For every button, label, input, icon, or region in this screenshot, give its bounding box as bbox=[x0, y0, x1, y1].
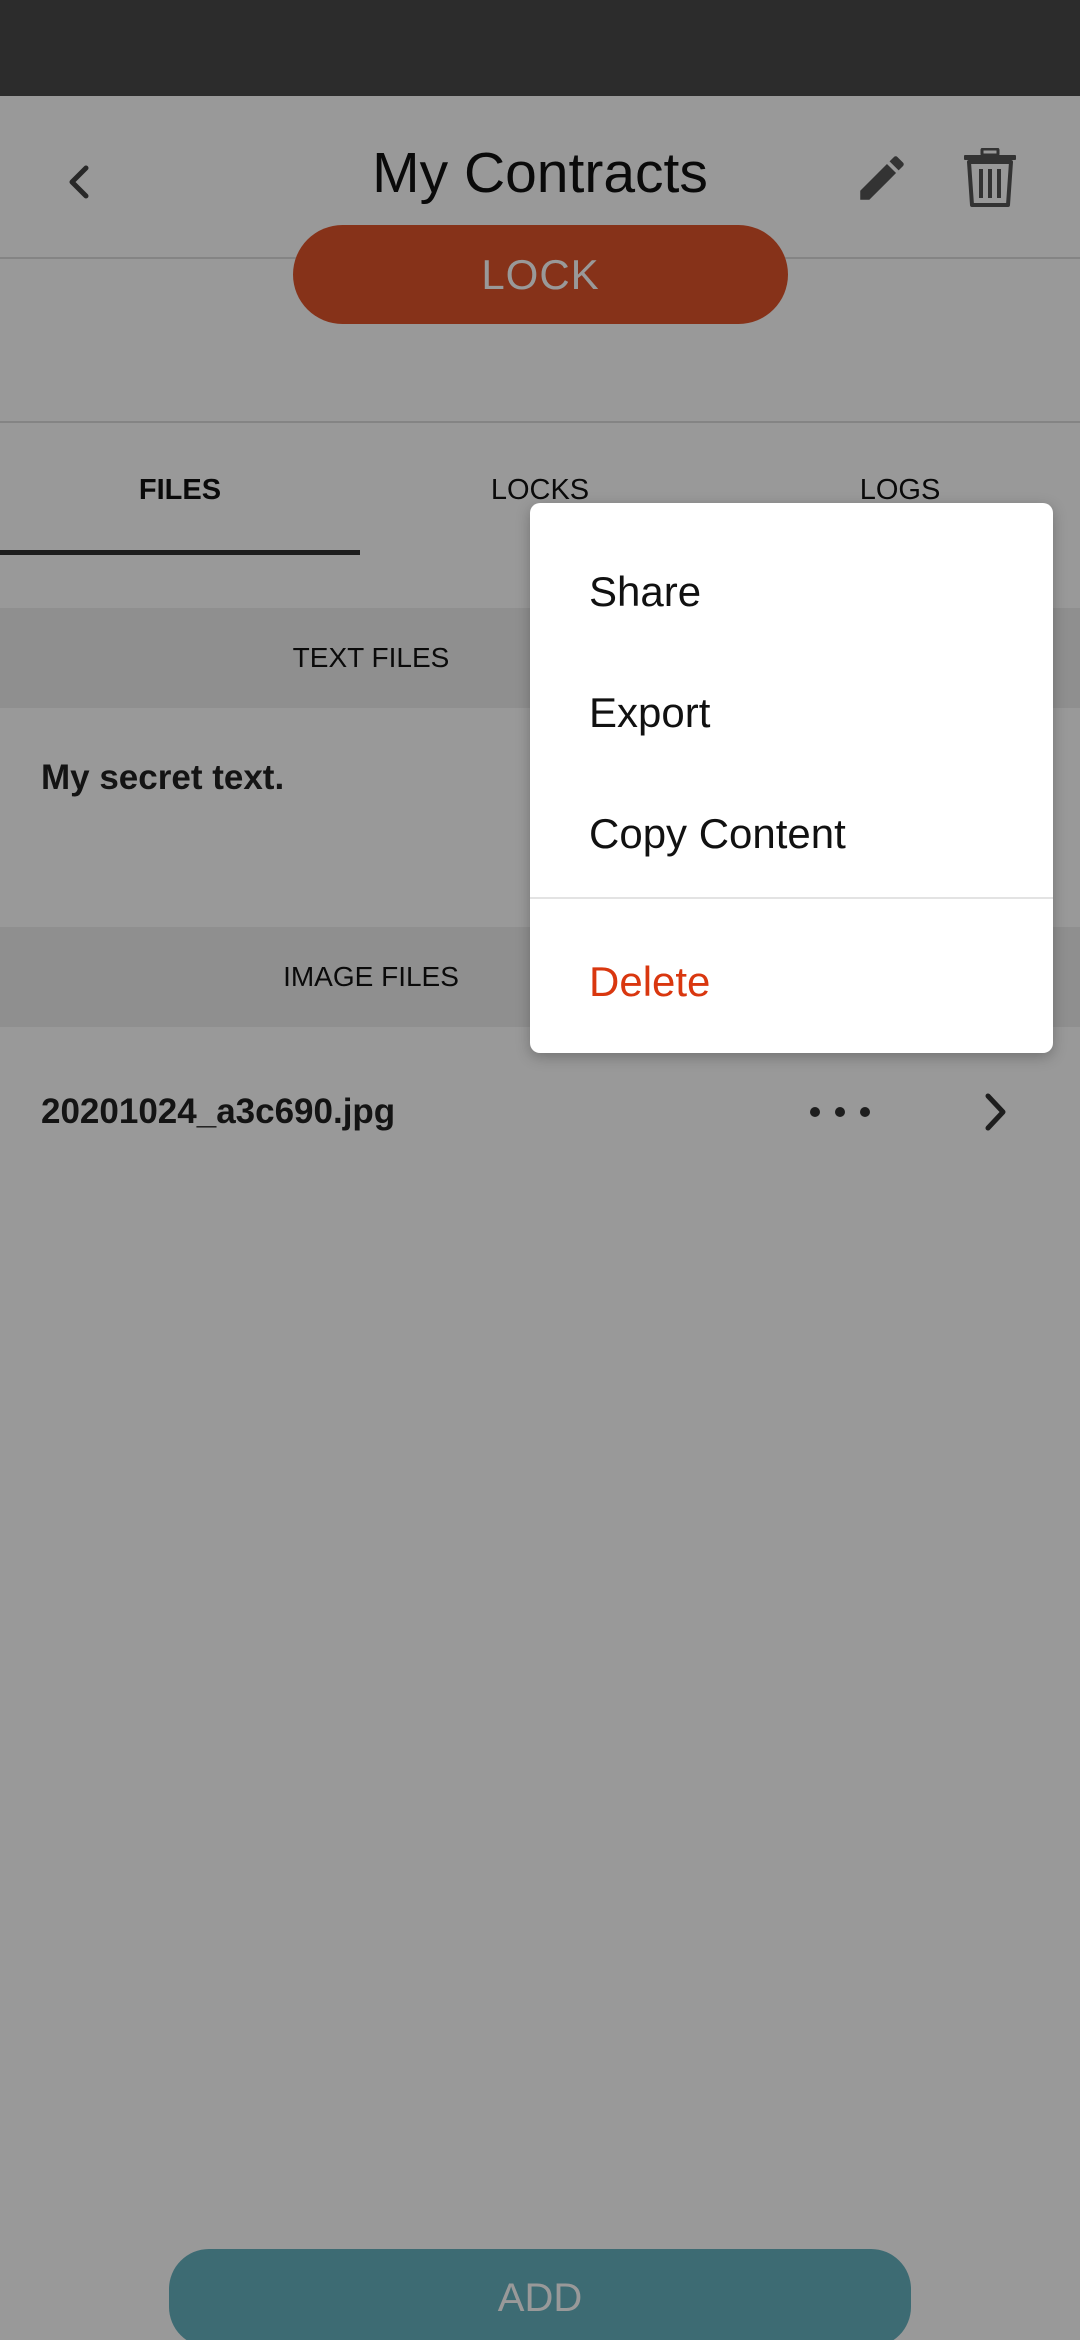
menu-item-export[interactable]: Export bbox=[530, 652, 1053, 773]
context-menu: Share Export Copy Content Delete bbox=[530, 503, 1053, 1053]
menu-scrim[interactable] bbox=[0, 96, 1080, 2340]
menu-divider bbox=[530, 897, 1053, 899]
menu-item-delete[interactable]: Delete bbox=[530, 921, 1053, 1042]
menu-item-copy-content[interactable]: Copy Content bbox=[530, 773, 1053, 894]
menu-item-share[interactable]: Share bbox=[530, 531, 1053, 652]
status-bar bbox=[0, 0, 1080, 96]
